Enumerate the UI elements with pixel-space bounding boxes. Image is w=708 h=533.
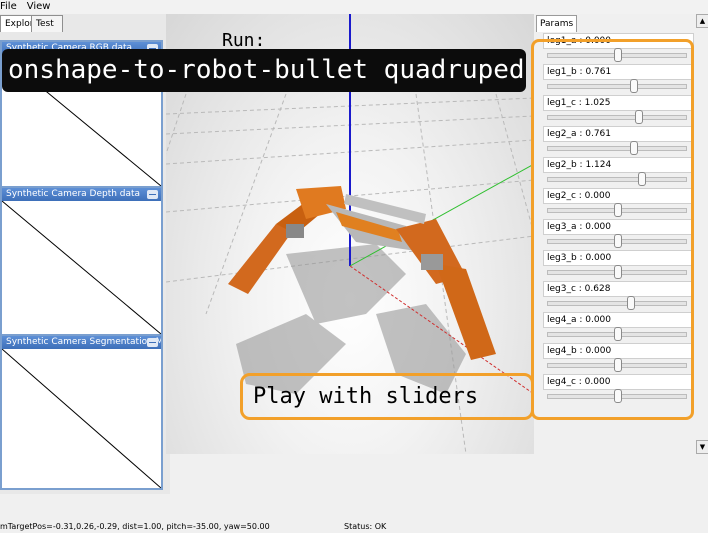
sliders-highlight [531, 39, 694, 420]
depth-camera-view [2, 201, 161, 334]
menu-view[interactable]: View [27, 0, 51, 14]
segmentation-camera-title-bar[interactable]: Synthetic Camera Segmentation Mask [2, 336, 161, 349]
menu-file[interactable]: File [0, 0, 17, 14]
menubar: File View [0, 0, 708, 14]
tab-params[interactable]: Params [536, 15, 577, 32]
depth-camera-title: Synthetic Camera Depth data [6, 189, 141, 199]
tab-test[interactable]: Test [31, 15, 63, 32]
run-label: Run: [222, 30, 266, 51]
segmentation-camera-title: Synthetic Camera Segmentation Mask [6, 337, 161, 347]
camera-status: mTargetPos=-0.31,0.26,-0.29, dist=1.00, … [0, 522, 270, 531]
minimize-icon[interactable] [147, 190, 158, 199]
sliders-callout: Play with sliders [240, 373, 534, 420]
segmentation-camera-view [2, 349, 161, 488]
status-bar: mTargetPos=-0.31,0.26,-0.29, dist=1.00, … [0, 520, 708, 533]
title-banner: onshape-to-robot-bullet quadruped [2, 49, 526, 92]
scroll-down-button[interactable]: ▼ [696, 440, 708, 454]
status-text: Status: OK [344, 522, 387, 531]
minimize-icon[interactable] [147, 338, 158, 347]
scroll-up-button[interactable]: ▲ [696, 14, 708, 28]
segmentation-camera-panel: Synthetic Camera Segmentation Mask [0, 334, 163, 490]
depth-camera-panel: Synthetic Camera Depth data [0, 186, 163, 336]
depth-camera-title-bar[interactable]: Synthetic Camera Depth data [2, 188, 161, 201]
